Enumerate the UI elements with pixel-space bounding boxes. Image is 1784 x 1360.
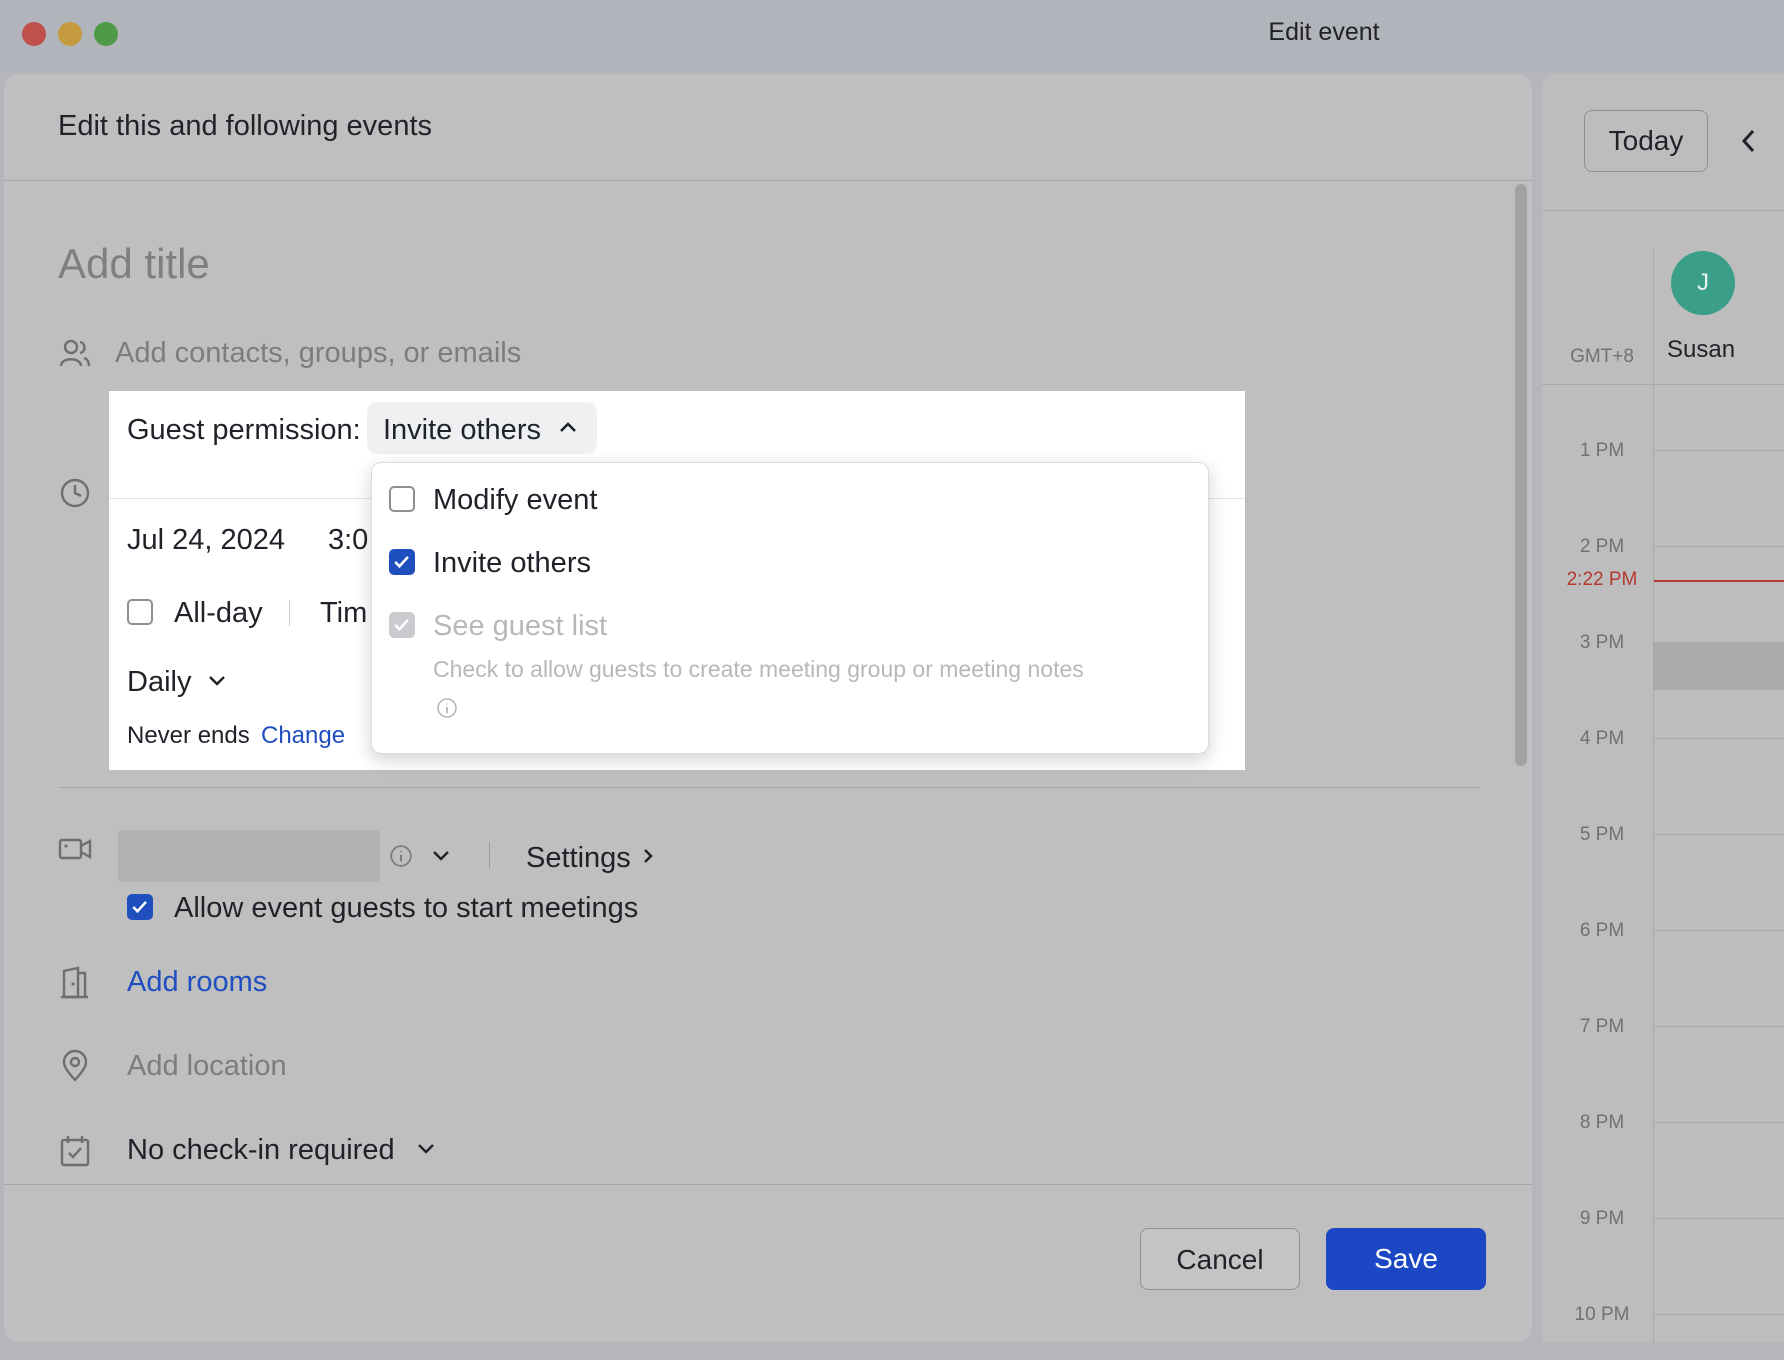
chevron-down-icon[interactable]	[206, 670, 228, 692]
video-provider-field[interactable]	[118, 830, 380, 882]
hour-label: 8 PM	[1579, 1112, 1625, 1133]
minimize-window-button[interactable]	[58, 22, 82, 46]
dialog-footer	[4, 1184, 1532, 1342]
window-titlebar: Edit event	[0, 0, 1784, 72]
guests-input[interactable]: Add contacts, groups, or emails	[115, 337, 521, 370]
add-rooms-link[interactable]: Add rooms	[127, 966, 267, 999]
hour-line	[1654, 450, 1784, 451]
current-time-label: 2:22 PM	[1566, 569, 1638, 590]
chevron-up-icon	[560, 422, 576, 432]
event-block[interactable]	[1654, 642, 1784, 690]
door-icon	[61, 966, 88, 999]
save-button[interactable]: Save	[1326, 1228, 1486, 1290]
allday-divider	[1542, 384, 1784, 385]
date-field[interactable]: Jul 24, 2024	[127, 524, 285, 557]
hour-line	[1654, 1314, 1784, 1315]
hour-label: 7 PM	[1579, 1016, 1625, 1037]
hour-label: 6 PM	[1579, 920, 1625, 941]
hour-label: 9 PM	[1579, 1208, 1625, 1229]
zoom-window-button[interactable]	[94, 22, 118, 46]
location-input[interactable]: Add location	[127, 1050, 287, 1083]
event-title-input[interactable]: Add title	[58, 240, 210, 288]
close-window-button[interactable]	[22, 22, 46, 46]
hour-label: 10 PM	[1574, 1304, 1630, 1325]
video-settings-link[interactable]: Settings	[526, 842, 631, 875]
hour-label: 4 PM	[1579, 728, 1625, 749]
checkmark-icon	[394, 619, 409, 632]
header-divider	[1542, 210, 1784, 211]
today-button[interactable]: Today	[1584, 110, 1708, 172]
all-day-label: All-day	[174, 597, 263, 629]
hour-line	[1654, 930, 1784, 931]
cancel-button[interactable]: Cancel	[1140, 1228, 1300, 1290]
menu-item-modify-event[interactable]: Modify event	[433, 484, 597, 517]
chevron-left-icon[interactable]	[1736, 126, 1762, 156]
timezone-field[interactable]: Tim	[320, 597, 367, 630]
hour-line	[1654, 1218, 1784, 1219]
edit-event-dialog: Edit this and following events Add title…	[4, 74, 1532, 1342]
hour-line	[1654, 1026, 1784, 1027]
separator	[489, 842, 490, 868]
checkmark-icon	[132, 901, 147, 914]
separator	[289, 600, 290, 626]
allow-guests-start-label: Allow event guests to start meetings	[174, 892, 639, 924]
avatar[interactable]: J	[1671, 251, 1735, 315]
hour-line	[1654, 1122, 1784, 1123]
dialog-header: Edit this and following events	[4, 74, 1532, 181]
scrollbar[interactable]	[1515, 184, 1527, 766]
allow-guests-start-checkbox[interactable]	[127, 894, 153, 920]
menu-item-invite-others[interactable]: Invite others	[433, 547, 591, 580]
section-divider	[58, 787, 1480, 788]
menu-item-see-guest-list: See guest list	[433, 610, 608, 642]
timezone-label: GMT+8	[1570, 346, 1634, 367]
chevron-down-icon[interactable]	[415, 1138, 437, 1160]
change-recurrence-link[interactable]: Change	[261, 722, 345, 750]
calendar-panel: Today J Susan GMT+8 1 PM 2 PM 2:22 PM 3 …	[1542, 74, 1784, 1342]
chevron-down-icon[interactable]	[430, 845, 452, 867]
guest-permission-label: Guest permission:	[127, 414, 361, 446]
hour-line	[1654, 738, 1784, 739]
chevron-right-icon[interactable]	[638, 846, 658, 866]
modify-event-checkbox[interactable]	[389, 486, 415, 512]
people-icon	[59, 339, 91, 367]
checkmark-icon	[394, 556, 409, 569]
hour-line	[1654, 834, 1784, 835]
recurrence-select[interactable]: Daily	[127, 666, 191, 699]
hour-label: 2 PM	[1579, 536, 1625, 557]
hour-label: 3 PM	[1579, 632, 1625, 653]
recurrence-end-text: Never ends	[127, 722, 250, 749]
current-time-line	[1654, 580, 1784, 582]
clock-icon	[60, 478, 90, 508]
video-camera-icon	[58, 838, 92, 860]
info-icon[interactable]	[389, 844, 413, 868]
info-icon[interactable]	[436, 697, 458, 719]
guest-permission-value: Invite others	[383, 414, 541, 446]
checkin-select[interactable]: No check-in required	[127, 1134, 395, 1167]
see-guest-list-checkbox	[389, 612, 415, 638]
permission-hint: Check to allow guests to create meeting …	[433, 656, 1084, 682]
attendee-name: Susan	[1667, 336, 1736, 363]
hour-label: 1 PM	[1579, 440, 1625, 461]
dialog-title: Edit this and following events	[58, 110, 432, 142]
invite-others-checkbox[interactable]	[389, 549, 415, 575]
hour-label: 5 PM	[1579, 824, 1625, 845]
window-title: Edit event	[1268, 18, 1380, 46]
all-day-checkbox[interactable]	[127, 599, 153, 625]
time-field[interactable]: 3:0	[328, 524, 368, 557]
calendar-check-icon	[60, 1136, 90, 1167]
time-column-divider	[1653, 250, 1654, 1342]
location-pin-icon	[62, 1049, 88, 1082]
hour-line	[1654, 546, 1784, 547]
